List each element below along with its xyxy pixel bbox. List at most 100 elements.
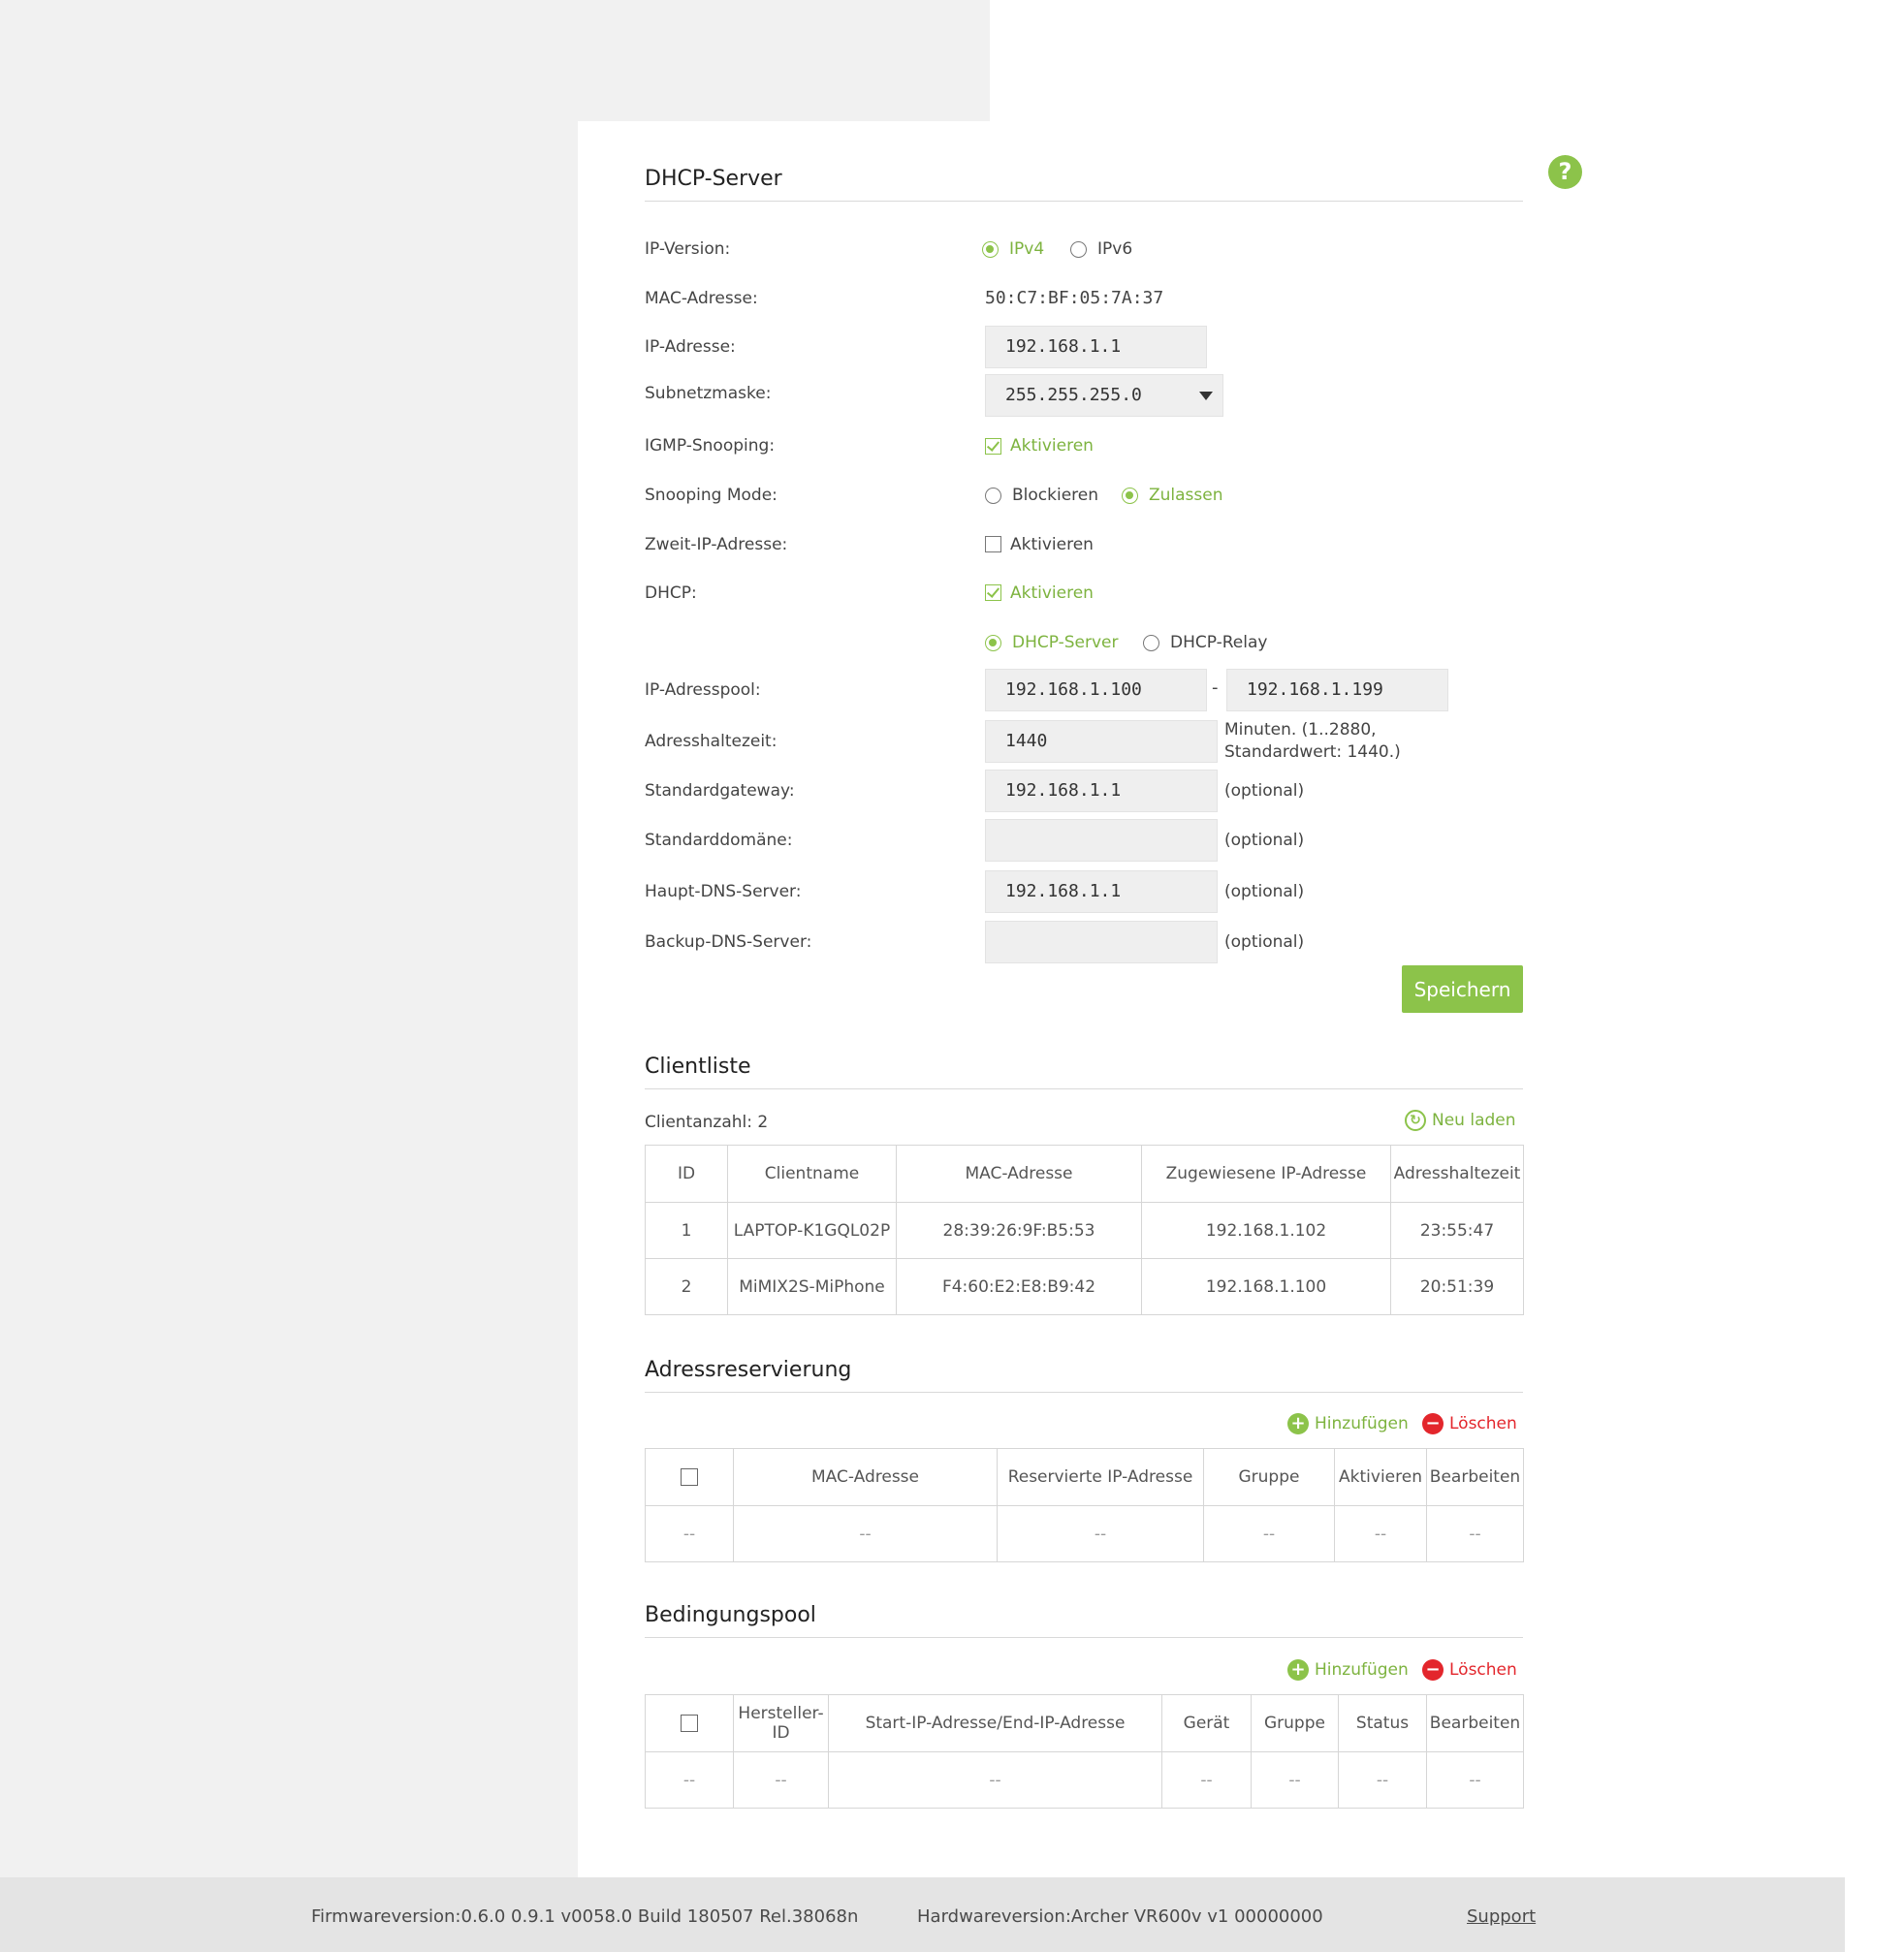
section-title-reservation: Adressreservierung: [645, 1358, 1523, 1393]
domain-input[interactable]: [985, 819, 1218, 862]
lease-input[interactable]: 1440: [985, 720, 1218, 763]
cell-ip: 192.168.1.100: [1141, 1258, 1391, 1315]
column-header: Zugewiesene IP-Adresse: [1141, 1145, 1391, 1203]
help-icon[interactable]: ?: [1548, 155, 1582, 189]
ipv6-radio[interactable]: [1070, 241, 1087, 258]
pool-start-input[interactable]: 192.168.1.100: [985, 669, 1207, 711]
domain-label: Standarddomäne:: [645, 831, 793, 850]
dhcp-server-label[interactable]: DHCP-Server: [1012, 633, 1119, 652]
subnet-value: 255.255.255.0: [1005, 385, 1142, 405]
column-header: Aktivieren: [1334, 1448, 1427, 1506]
pool-label: IP-Adresspool:: [645, 680, 761, 700]
empty-cell: --: [997, 1505, 1204, 1562]
empty-cell: --: [645, 1505, 734, 1562]
empty-cell: --: [1251, 1751, 1339, 1809]
cell-mac: 28:39:26:9F:B5:53: [896, 1202, 1142, 1259]
snooping-mode-label: Snooping Mode:: [645, 486, 777, 505]
condition-delete-label: Löschen: [1449, 1660, 1517, 1680]
column-header: Start-IP-Adresse/End-IP-Adresse: [828, 1694, 1162, 1752]
column-header: Reservierte IP-Adresse: [997, 1448, 1204, 1506]
reservation-add-button[interactable]: + Hinzufügen: [1287, 1413, 1409, 1434]
save-button[interactable]: Speichern: [1402, 965, 1523, 1013]
zulassen-label[interactable]: Zulassen: [1149, 486, 1223, 505]
subnet-select[interactable]: 255.255.255.0: [985, 374, 1223, 417]
reload-button[interactable]: ↻ Neu laden: [1405, 1110, 1516, 1131]
top-left-background: [0, 0, 990, 121]
gateway-label: Standardgateway:: [645, 781, 795, 801]
column-header: Hersteller-ID: [733, 1694, 829, 1752]
dhcp-checkbox[interactable]: [985, 584, 1001, 601]
cell-lease: 20:51:39: [1390, 1258, 1524, 1315]
ip-label: IP-Adresse:: [645, 337, 736, 357]
reservation-table: MAC-Adresse Reservierte IP-Adresse Grupp…: [645, 1448, 1524, 1562]
dhcp-relay-label[interactable]: DHCP-Relay: [1170, 633, 1267, 652]
igmp-option[interactable]: Aktivieren: [1010, 436, 1094, 456]
dhcp-server-radio[interactable]: [985, 635, 1001, 651]
domain-hint: (optional): [1224, 831, 1305, 850]
gateway-input[interactable]: 192.168.1.1: [985, 770, 1218, 812]
select-all-checkbox[interactable]: [681, 1468, 698, 1486]
dns1-hint: (optional): [1224, 882, 1305, 901]
footer: Firmwareversion:0.6.0 0.9.1 v0058.0 Buil…: [0, 1877, 1845, 1952]
zulassen-radio[interactable]: [1122, 488, 1138, 504]
dhcp-option[interactable]: Aktivieren: [1010, 583, 1094, 603]
empty-cell: --: [733, 1751, 829, 1809]
dns1-input[interactable]: 192.168.1.1: [985, 870, 1218, 913]
table-header-row: MAC-Adresse Reservierte IP-Adresse Grupp…: [645, 1448, 1524, 1506]
ip-input[interactable]: 192.168.1.1: [985, 326, 1207, 368]
column-header: Gruppe: [1251, 1694, 1339, 1752]
cell-id: 2: [645, 1258, 728, 1315]
empty-cell: --: [1161, 1751, 1252, 1809]
dns2-input[interactable]: [985, 921, 1218, 963]
reservation-delete-label: Löschen: [1449, 1414, 1517, 1433]
table-header-row: ID Clientname MAC-Adresse Zugewiesene IP…: [645, 1145, 1524, 1203]
cell-mac: F4:60:E2:E8:B9:42: [896, 1258, 1142, 1315]
column-header: MAC-Adresse: [733, 1448, 998, 1506]
ipv4-label[interactable]: IPv4: [1009, 239, 1044, 259]
condition-delete-button[interactable]: − Löschen: [1422, 1659, 1517, 1681]
column-header: ID: [645, 1145, 728, 1203]
table-row: -- -- -- -- -- --: [645, 1505, 1524, 1562]
select-all-cell: [645, 1448, 734, 1506]
table-header-row: Hersteller-ID Start-IP-Adresse/End-IP-Ad…: [645, 1694, 1524, 1752]
igmp-checkbox[interactable]: [985, 438, 1001, 455]
select-all-cell: [645, 1694, 734, 1752]
column-header: Status: [1338, 1694, 1427, 1752]
column-header: Gerät: [1161, 1694, 1252, 1752]
condition-add-label: Hinzufügen: [1315, 1660, 1409, 1680]
column-header: Gruppe: [1203, 1448, 1335, 1506]
second-ip-label: Zweit-IP-Adresse:: [645, 535, 788, 554]
ipv6-label[interactable]: IPv6: [1097, 239, 1132, 259]
column-header: MAC-Adresse: [896, 1145, 1142, 1203]
subnet-label: Subnetzmaske:: [645, 384, 772, 403]
blockieren-label[interactable]: Blockieren: [1012, 486, 1098, 505]
igmp-label: IGMP-Snooping:: [645, 436, 776, 456]
select-all-checkbox[interactable]: [681, 1715, 698, 1732]
support-link[interactable]: Support: [1467, 1906, 1536, 1927]
reload-label: Neu laden: [1432, 1111, 1516, 1130]
left-column-background: [0, 121, 578, 1877]
ip-version-label: IP-Version:: [645, 239, 731, 259]
section-title-dhcp: DHCP-Server: [645, 167, 1523, 202]
dns1-label: Haupt-DNS-Server:: [645, 882, 802, 901]
dhcp-relay-radio[interactable]: [1143, 635, 1159, 651]
cell-ip: 192.168.1.102: [1141, 1202, 1391, 1259]
pool-end-input[interactable]: 192.168.1.199: [1226, 669, 1448, 711]
pool-separator: -: [1212, 677, 1219, 698]
dns2-label: Backup-DNS-Server:: [645, 932, 812, 952]
condition-add-button[interactable]: + Hinzufügen: [1287, 1659, 1409, 1681]
reservation-delete-button[interactable]: − Löschen: [1422, 1413, 1517, 1434]
cell-id: 1: [645, 1202, 728, 1259]
minus-icon: −: [1422, 1659, 1444, 1681]
mac-value: 50:C7:BF:05:7A:37: [985, 288, 1164, 308]
table-row: 1 LAPTOP-K1GQL02P 28:39:26:9F:B5:53 192.…: [645, 1202, 1524, 1259]
empty-cell: --: [1426, 1751, 1524, 1809]
second-ip-option[interactable]: Aktivieren: [1010, 535, 1094, 554]
blockieren-radio[interactable]: [985, 488, 1001, 504]
empty-cell: --: [1203, 1505, 1335, 1562]
gateway-hint: (optional): [1224, 781, 1305, 801]
empty-cell: --: [1426, 1505, 1524, 1562]
second-ip-checkbox[interactable]: [985, 536, 1001, 552]
ipv4-radio[interactable]: [982, 241, 999, 258]
table-row: -- -- -- -- -- -- --: [645, 1751, 1524, 1809]
